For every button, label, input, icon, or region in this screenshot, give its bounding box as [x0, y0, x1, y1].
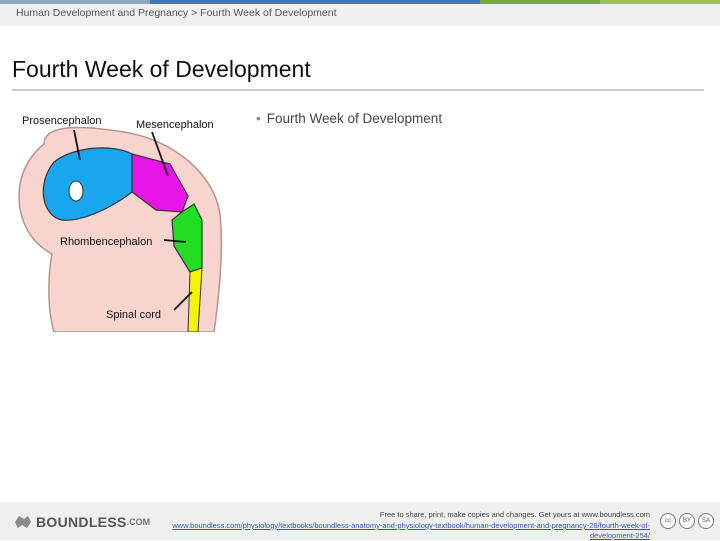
- breadcrumb: Human Development and Pregnancy > Fourth…: [16, 7, 337, 19]
- bullet-marker: •: [256, 111, 261, 126]
- optic-vesicle: [68, 180, 84, 202]
- source-link[interactable]: www.boundless.com/physiology/textbooks/b…: [130, 521, 650, 541]
- logo-text: BOUNDLESS: [36, 514, 127, 530]
- sa-icon: SA: [698, 513, 714, 529]
- cc-icon: cc: [660, 513, 676, 529]
- footer-bar: BOUNDLESS .COM Free to share, print, make…: [0, 502, 720, 540]
- label-rhombencephalon: Rhombencephalon: [60, 236, 152, 248]
- label-prosencephalon: Prosencephalon: [22, 115, 102, 127]
- title-divider: [12, 89, 704, 91]
- by-icon: BY: [679, 513, 695, 529]
- embryo-brain-diagram: Prosencephalon Mesencephalon Rhombenceph…: [14, 104, 230, 332]
- label-mesencephalon: Mesencephalon: [136, 119, 214, 131]
- boundless-logo-icon: [15, 516, 31, 528]
- license-note: Free to share, print, make copies and ch…: [379, 510, 650, 519]
- bullet-item: • Fourth Week of Development: [256, 111, 442, 126]
- page-title: Fourth Week of Development: [12, 56, 311, 82]
- breadcrumb-bar: Human Development and Pregnancy > Fourth…: [0, 4, 720, 26]
- bullet-text: Fourth Week of Development: [266, 111, 443, 126]
- label-spinal-cord: Spinal cord: [106, 309, 161, 321]
- license-badge[interactable]: cc BY SA: [660, 513, 714, 529]
